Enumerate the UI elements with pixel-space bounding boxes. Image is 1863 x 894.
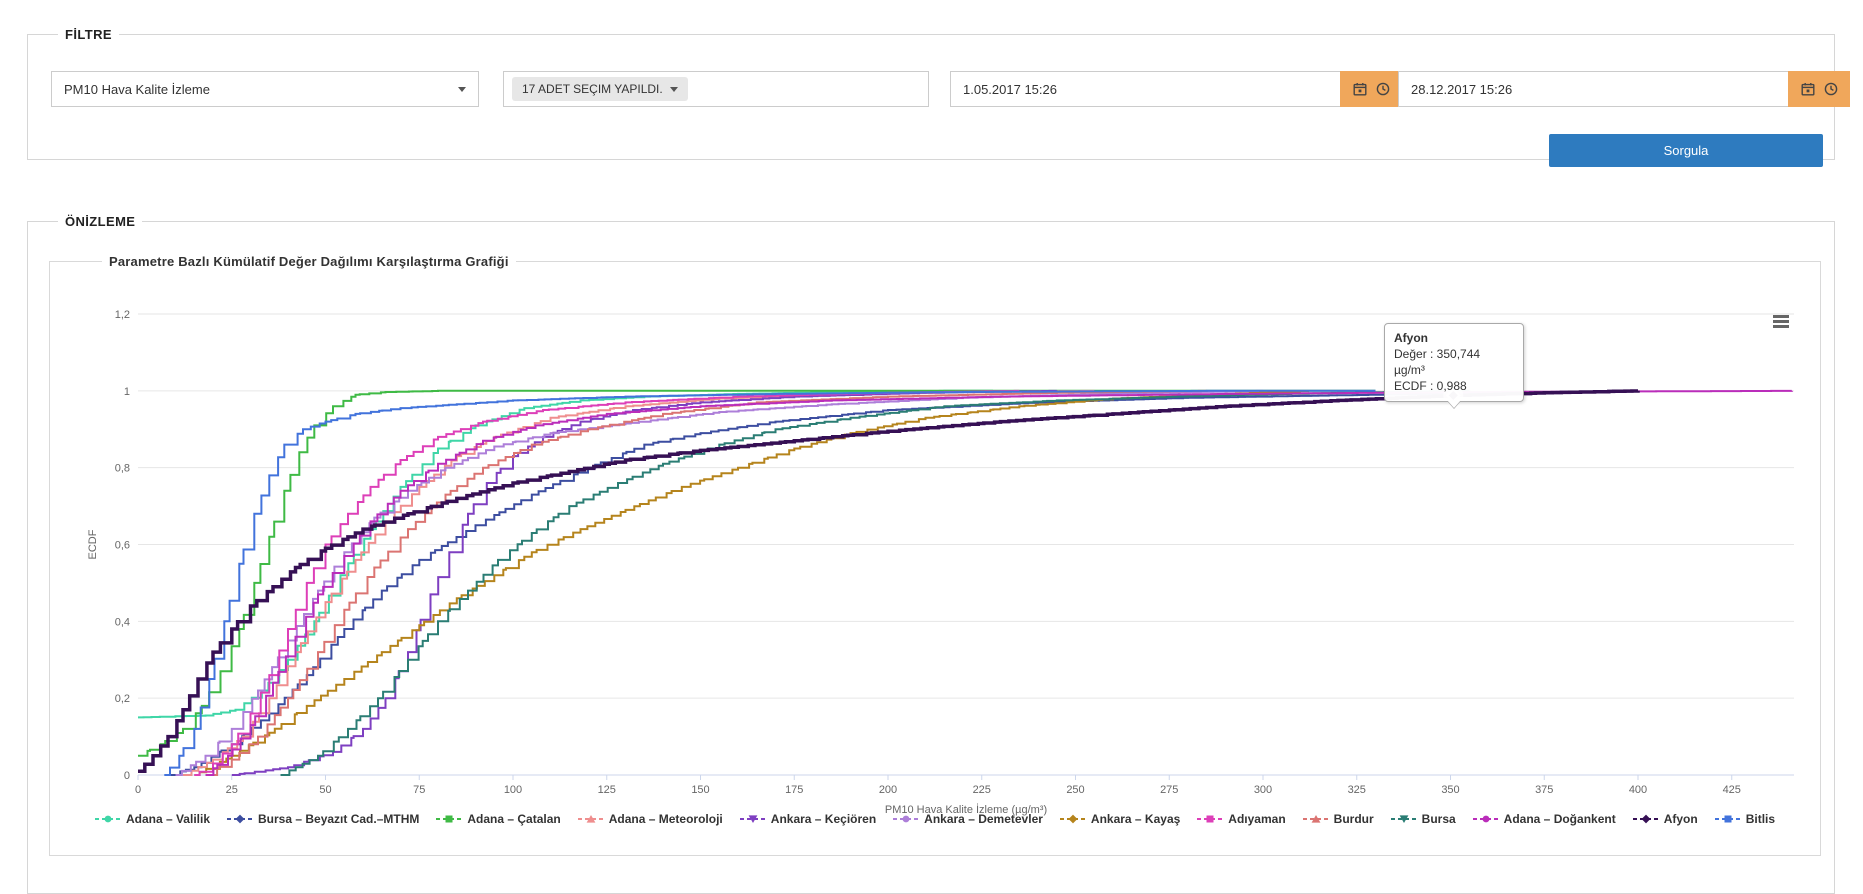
svg-text:375: 375: [1535, 784, 1553, 796]
legend-item[interactable]: Adana – Çatalan: [436, 812, 560, 826]
legend-marker-triangle-icon: [1303, 813, 1329, 825]
clock-icon: [1824, 82, 1838, 96]
legend-marker-diamond-icon: [1633, 813, 1659, 825]
svg-text:350: 350: [1441, 784, 1459, 796]
chevron-down-icon: [670, 87, 678, 92]
legend-item[interactable]: Adana – Valilik: [95, 812, 210, 826]
legend-item-label: Adana – Meteoroloji: [609, 812, 723, 826]
svg-text:1: 1: [124, 386, 130, 398]
svg-text:150: 150: [691, 784, 709, 796]
legend-item-label: Bursa – Beyazıt Cad.–MTHM: [258, 812, 419, 826]
start-date-field: 1.05.2017 15:26: [950, 71, 1402, 107]
parameter-select-value: PM10 Hava Kalite İzleme: [64, 82, 210, 97]
chart-title: Parametre Bazlı Kümülatif Değer Dağılımı…: [102, 254, 516, 269]
svg-text:0: 0: [124, 770, 130, 782]
legend-item[interactable]: Bursa – Beyazıt Cad.–MTHM: [227, 812, 419, 826]
ecdf-chart-plot: 0 0,2 0,4 0,6 0,8 1 1,2 0 25 50 75 100 125 150 175 200 2…: [52, 290, 1822, 835]
svg-text:0,4: 0,4: [115, 616, 130, 628]
svg-text:250: 250: [1066, 784, 1084, 796]
legend-item[interactable]: Adıyaman: [1197, 812, 1285, 826]
legend-item-label: Bitlis: [1746, 812, 1775, 826]
station-multiselect-value: 17 ADET SEÇIM YAPILDI.: [522, 82, 663, 96]
svg-text:0,2: 0,2: [115, 693, 130, 705]
calendar-icon: [1801, 82, 1815, 96]
legend-item[interactable]: Afyon: [1633, 812, 1698, 826]
legend-item-label: Adana – Çatalan: [467, 812, 560, 826]
svg-text:325: 325: [1348, 784, 1366, 796]
svg-text:1,2: 1,2: [115, 309, 130, 321]
legend-item[interactable]: Ankara – Kayaş: [1060, 812, 1180, 826]
query-button[interactable]: Sorgula: [1549, 134, 1823, 167]
legend-marker-triangle-down-icon: [1391, 813, 1417, 825]
hamburger-icon: [1773, 315, 1789, 318]
legend-item-label: Ankara – Keçiören: [771, 812, 876, 826]
svg-text:225: 225: [973, 784, 991, 796]
svg-text:400: 400: [1629, 784, 1647, 796]
svg-text:0: 0: [135, 784, 141, 796]
svg-text:200: 200: [879, 784, 897, 796]
legend-marker-square-icon: [436, 813, 462, 825]
preview-panel: ÖNİZLEME Parametre Bazlı Kümülatif Değer…: [27, 214, 1835, 894]
svg-text:425: 425: [1723, 784, 1741, 796]
legend-marker-square-icon: [1715, 813, 1741, 825]
svg-text:50: 50: [319, 784, 331, 796]
legend-marker-circle-icon: [95, 813, 121, 825]
legend-item[interactable]: Ankara – Demetevler: [893, 812, 1043, 826]
preview-panel-title: ÖNİZLEME: [58, 214, 142, 229]
filter-panel: FİLTRE PM10 Hava Kalite İzleme 17 ADET S…: [27, 27, 1835, 160]
legend-marker-diamond-icon: [227, 813, 253, 825]
svg-text:125: 125: [598, 784, 616, 796]
legend-item-label: Adana – Doğankent: [1504, 812, 1616, 826]
calendar-icon: [1353, 82, 1367, 96]
station-multiselect-button[interactable]: 17 ADET SEÇIM YAPILDI.: [512, 77, 688, 101]
legend-marker-diamond-icon: [1060, 813, 1086, 825]
legend-item[interactable]: Bitlis: [1715, 812, 1775, 826]
chevron-down-icon: [458, 87, 466, 92]
svg-text:100: 100: [504, 784, 522, 796]
svg-text:0,8: 0,8: [115, 463, 130, 475]
filter-panel-title: FİLTRE: [58, 27, 119, 42]
legend-item-label: Bursa: [1422, 812, 1456, 826]
legend-item-label: Afyon: [1664, 812, 1698, 826]
legend-marker-square-icon: [1197, 813, 1223, 825]
chart-menu-button[interactable]: [1773, 315, 1790, 330]
legend-item-label: Ankara – Demetevler: [924, 812, 1043, 826]
parameter-select[interactable]: PM10 Hava Kalite İzleme: [51, 71, 479, 107]
legend-marker-circle-icon: [1473, 813, 1499, 825]
legend-marker-triangle-down-icon: [740, 813, 766, 825]
legend-item[interactable]: Adana – Doğankent: [1473, 812, 1616, 826]
legend-item[interactable]: Ankara – Keçiören: [740, 812, 876, 826]
end-date-picker-button[interactable]: [1788, 71, 1850, 107]
chart-container: Parametre Bazlı Kümülatif Değer Dağılımı…: [49, 254, 1821, 856]
station-multiselect[interactable]: 17 ADET SEÇIM YAPILDI.: [503, 71, 929, 107]
svg-text:275: 275: [1160, 784, 1178, 796]
legend-marker-circle-icon: [893, 813, 919, 825]
end-date-field: 28.12.2017 15:26: [1398, 71, 1850, 107]
legend-item[interactable]: Burdur: [1303, 812, 1374, 826]
chart-legend: Adana – Valilik Bursa – Beyazıt Cad.–MTH…: [50, 812, 1820, 826]
clock-icon: [1376, 82, 1390, 96]
legend-item[interactable]: Bursa: [1391, 812, 1456, 826]
start-date-input[interactable]: 1.05.2017 15:26: [951, 82, 1341, 97]
svg-text:75: 75: [413, 784, 425, 796]
svg-text:0,6: 0,6: [115, 540, 130, 552]
legend-item-label: Burdur: [1334, 812, 1374, 826]
end-date-input[interactable]: 28.12.2017 15:26: [1399, 82, 1789, 97]
svg-text:300: 300: [1254, 784, 1272, 796]
svg-text:25: 25: [226, 784, 238, 796]
legend-item[interactable]: Adana – Meteoroloji: [578, 812, 723, 826]
legend-item-label: Ankara – Kayaş: [1091, 812, 1180, 826]
legend-marker-triangle-icon: [578, 813, 604, 825]
svg-text:175: 175: [785, 784, 803, 796]
legend-item-label: Adıyaman: [1228, 812, 1285, 826]
start-date-picker-button[interactable]: [1340, 71, 1402, 107]
svg-text:ECDF: ECDF: [87, 529, 99, 559]
legend-item-label: Adana – Valilik: [126, 812, 210, 826]
